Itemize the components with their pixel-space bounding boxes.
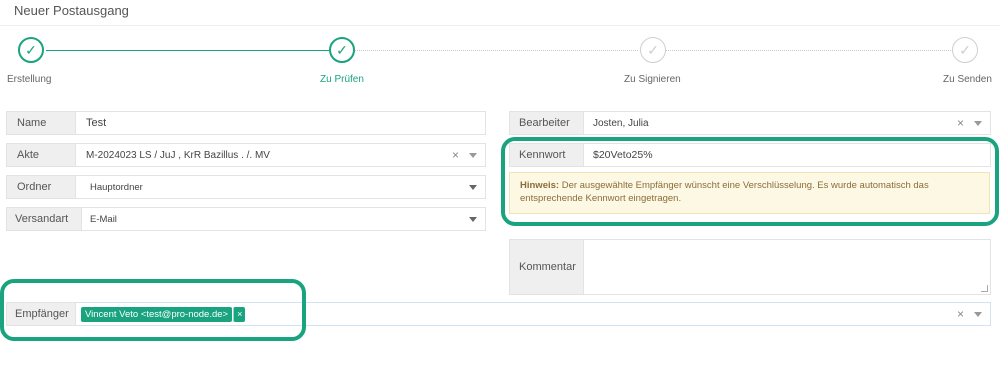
empfaenger-label: Empfänger: [6, 302, 76, 326]
kennwort-input[interactable]: $20Veto25%: [584, 143, 991, 167]
step-3-label: Zu Signieren: [624, 74, 681, 85]
resize-handle-icon[interactable]: [981, 285, 988, 292]
versandart-value: E-Mail: [90, 213, 117, 225]
name-label: Name: [6, 111, 76, 135]
versandart-label: Versandart: [6, 207, 82, 231]
hint-prefix: Hinweis:: [520, 180, 560, 191]
stepper-line-3: [666, 50, 951, 51]
empfaenger-clear-icon[interactable]: ×: [957, 307, 964, 321]
window-title: Neuer Postausgang: [14, 3, 129, 18]
akte-select[interactable]: M-2024023 LS / JuJ , KrR Bazillus . /. M…: [76, 143, 486, 167]
ordner-value: Hauptordner: [90, 181, 143, 193]
name-input[interactable]: Test: [76, 111, 486, 135]
step-2-check-icon: ✓: [329, 37, 355, 63]
bearbeiter-row: Bearbeiter Josten, Julia ×: [509, 111, 991, 135]
ordner-label: Ordner: [6, 175, 76, 199]
kennwort-label: Kennwort: [509, 143, 584, 167]
stepper-line-2: [355, 50, 638, 51]
step-3-check-icon: ✓: [640, 37, 666, 63]
bearbeiter-chevron-down-icon[interactable]: [974, 120, 982, 126]
kommentar-textarea[interactable]: [584, 239, 991, 295]
kennwort-row: Kennwort $20Veto25%: [509, 143, 991, 167]
step-1-check-icon: ✓: [18, 37, 44, 63]
akte-row: Akte M-2024023 LS / JuJ , KrR Bazillus .…: [6, 143, 486, 167]
versandart-select[interactable]: E-Mail: [82, 207, 486, 231]
ordner-chevron-down-icon[interactable]: [469, 184, 477, 190]
step-4-label: Zu Senden: [943, 74, 992, 85]
akte-label: Akte: [6, 143, 76, 167]
akte-value: M-2024023 LS / JuJ , KrR Bazillus . /. M…: [86, 149, 270, 161]
ordner-row: Ordner Hauptordner: [6, 175, 486, 199]
step-4-check-icon: ✓: [952, 37, 978, 63]
bearbeiter-value: Josten, Julia: [593, 117, 649, 129]
title-divider: [0, 25, 1000, 26]
name-row: Name Test: [6, 111, 486, 135]
encryption-hint-alert: Hinweis: Der ausgewählte Empfänger wünsc…: [509, 172, 990, 214]
akte-chevron-down-icon[interactable]: [469, 152, 477, 158]
bearbeiter-select[interactable]: Josten, Julia ×: [584, 111, 991, 135]
bearbeiter-label: Bearbeiter: [509, 111, 584, 135]
bearbeiter-clear-icon[interactable]: ×: [957, 116, 964, 130]
empfaenger-select[interactable]: Vincent Veto <test@pro-node.de> × ×: [76, 302, 991, 326]
ordner-select[interactable]: Hauptordner: [76, 175, 486, 199]
recipient-tag: Vincent Veto <test@pro-node.de>: [81, 306, 233, 322]
versandart-chevron-down-icon[interactable]: [469, 216, 477, 222]
step-2-label: Zu Prüfen: [320, 74, 364, 85]
stepper-line-1: [46, 50, 329, 51]
empfaenger-chevron-down-icon[interactable]: [974, 311, 982, 317]
akte-clear-icon[interactable]: ×: [452, 148, 459, 162]
step-1-label: Erstellung: [7, 74, 52, 85]
empfaenger-row: Empfänger Vincent Veto <test@pro-node.de…: [6, 302, 991, 326]
versandart-row: Versandart E-Mail: [6, 207, 486, 231]
hint-text: Der ausgewählte Empfänger wünscht eine V…: [520, 180, 929, 204]
recipient-tag-remove-icon[interactable]: ×: [233, 306, 246, 322]
kommentar-label: Kommentar: [509, 239, 584, 295]
